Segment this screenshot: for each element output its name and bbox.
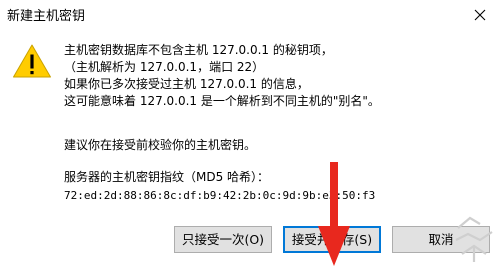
message-line-2: （主机解析为 127.0.0.1，端口 22） [64, 60, 265, 74]
close-button[interactable] [466, 3, 494, 27]
new-host-key-dialog: 新建主机密钥 主机密钥数据库不包含主机 127.0.0.1 的秘钥项， （主机解… [0, 0, 500, 268]
watermark-logo-icon [455, 216, 493, 262]
message-line-1: 主机密钥数据库不包含主机 127.0.0.1 的秘钥项， [64, 43, 333, 57]
dialog-title: 新建主机密钥 [7, 9, 86, 24]
advice-text: 建议你在接受前校验你的主机密钥。 [64, 138, 257, 152]
title-bar[interactable]: 新建主机密钥 [0, 0, 500, 32]
message-line-3: 如果你已多次接受过主机 127.0.0.1 的信息， [64, 77, 309, 91]
red-pointer-arrow-icon [318, 162, 350, 266]
fingerprint-label: 服务器的主机密钥指纹（MD5 哈希）： [64, 170, 270, 184]
close-icon [474, 9, 486, 21]
accept-once-button[interactable]: 只接受一次(O) [174, 226, 272, 253]
message-line-4: 这可能意味着 127.0.0.1 是一个解析到不同主机的"别名"。 [64, 94, 380, 108]
warning-icon [13, 44, 51, 78]
